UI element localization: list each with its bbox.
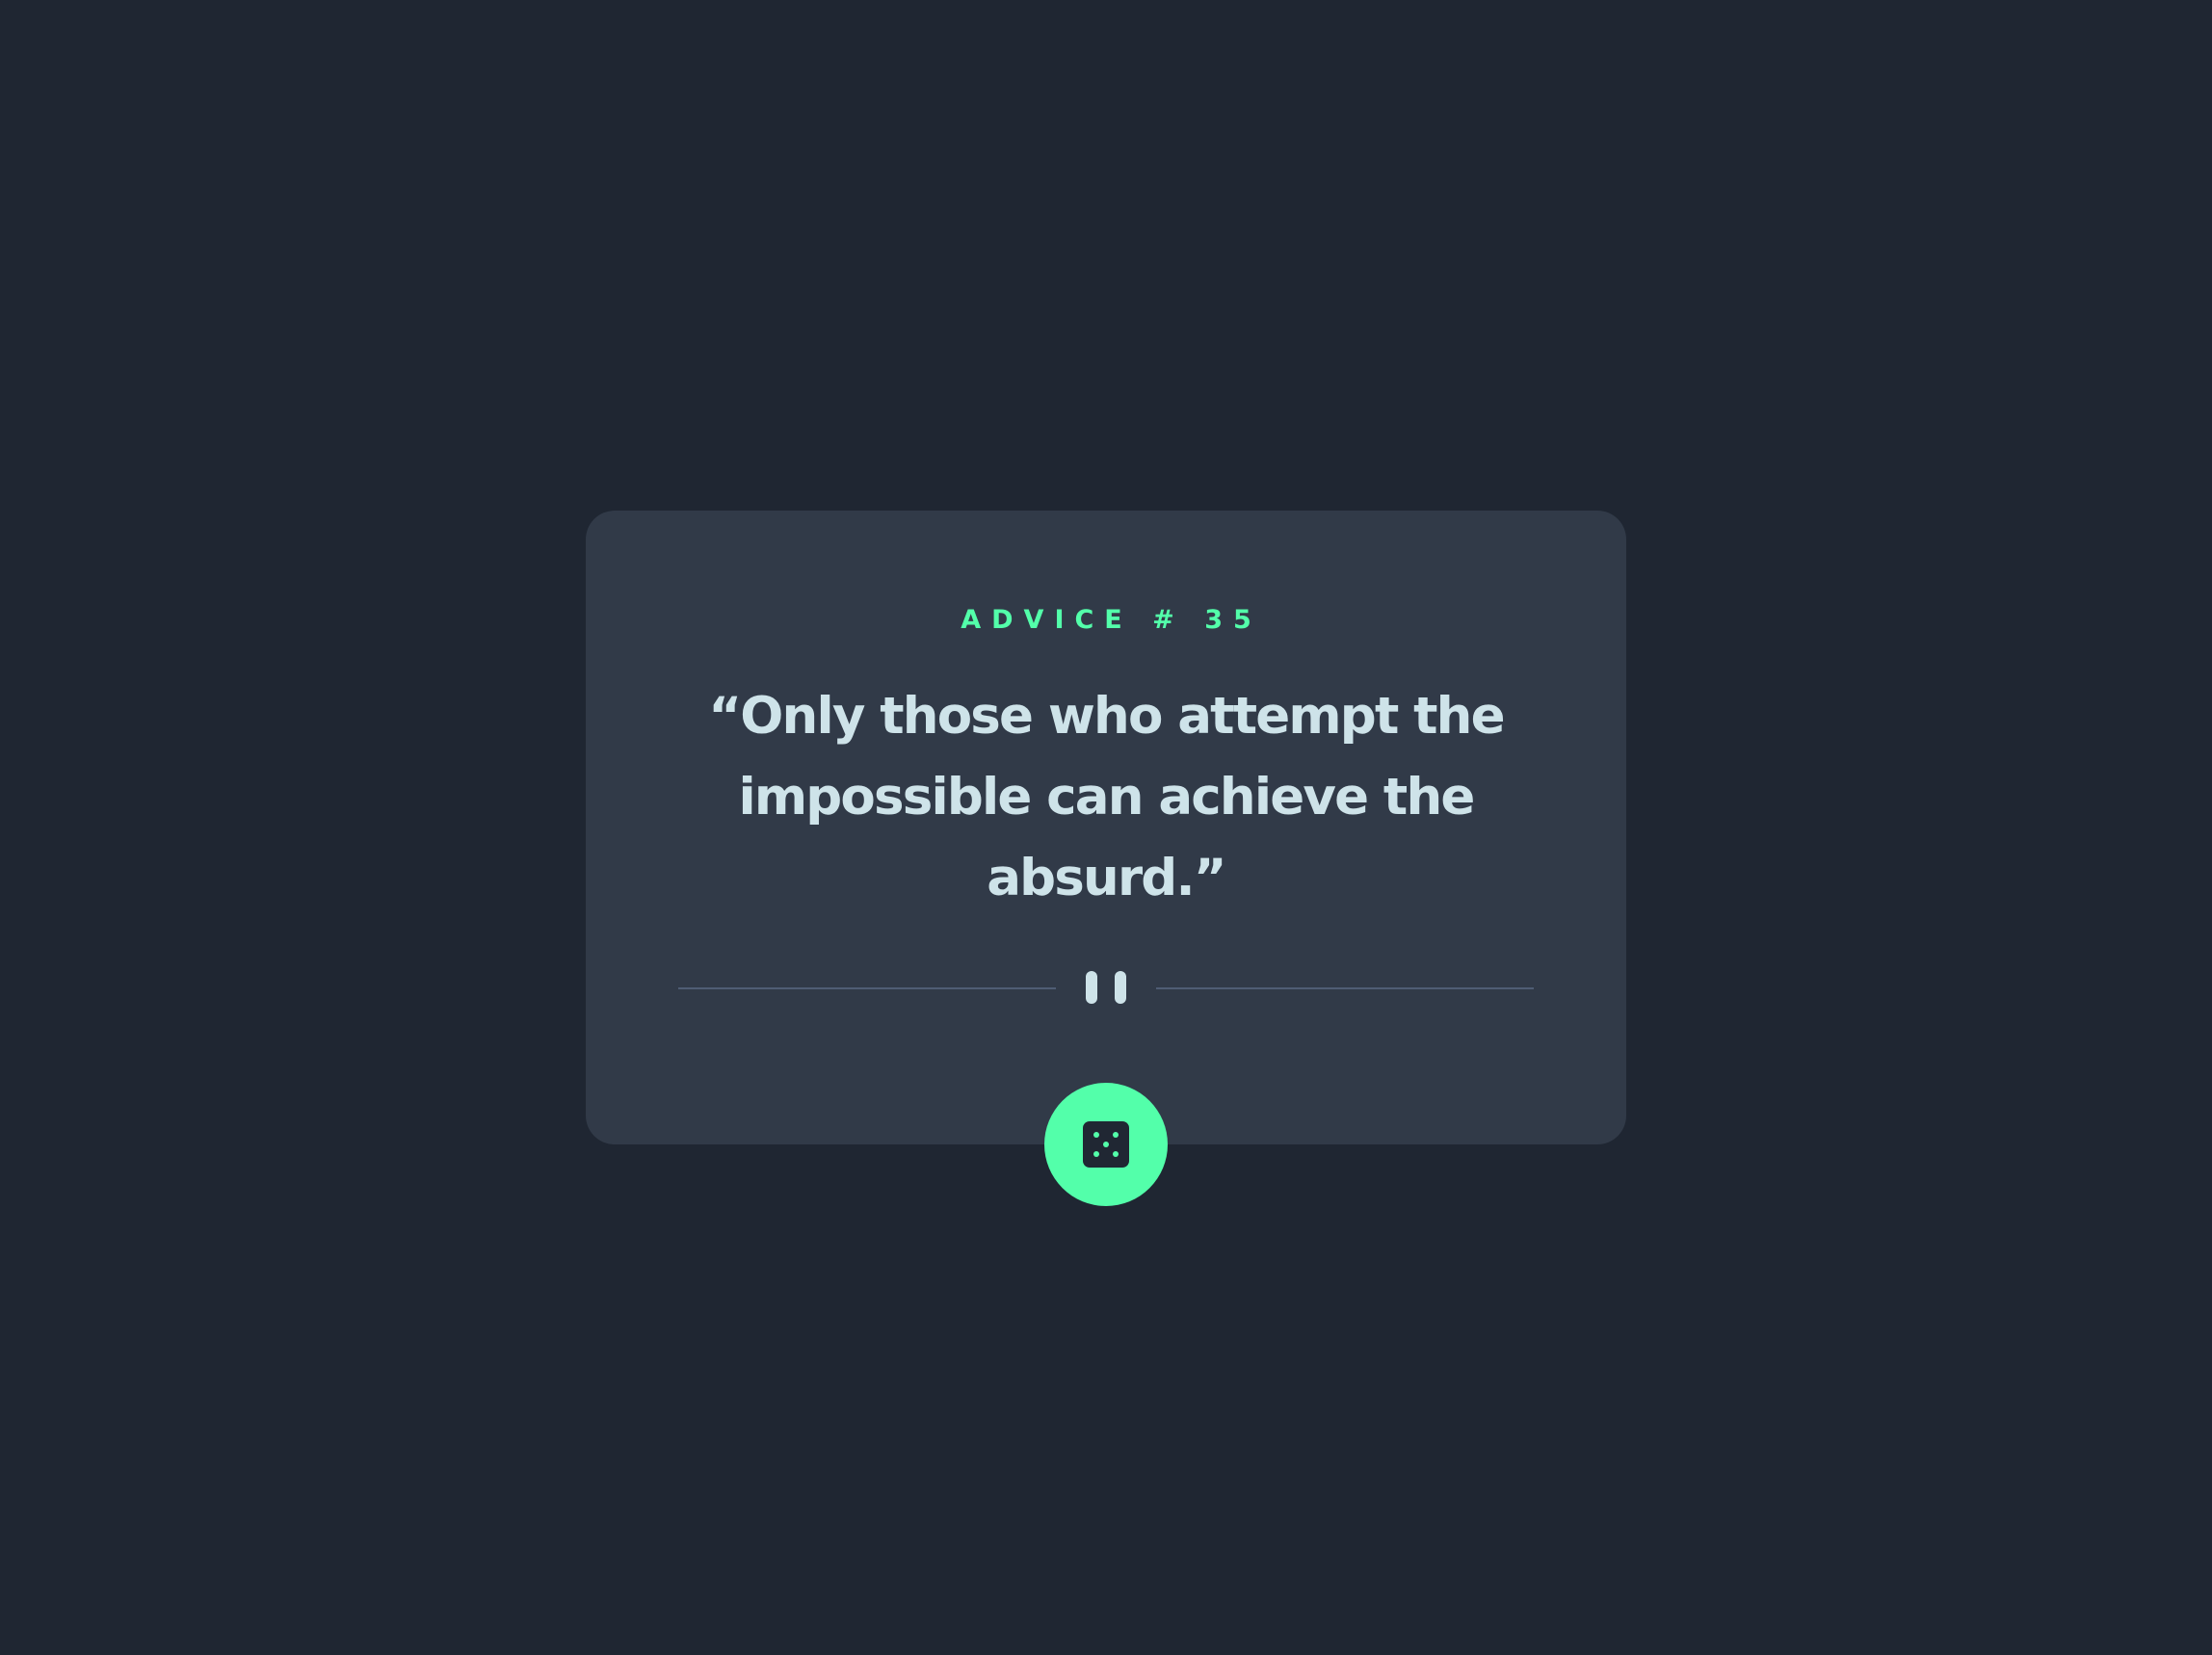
new-advice-button[interactable] (1044, 1083, 1168, 1206)
advice-number: 35 (1204, 605, 1262, 635)
divider-line-right (1156, 987, 1534, 989)
advice-card: ADVICE # 35 “Only those who attempt the … (586, 511, 1626, 1144)
pattern-divider (678, 971, 1534, 1004)
pause-icon (1086, 971, 1126, 1004)
dice-icon (1083, 1121, 1129, 1168)
advice-label-text: ADVICE # (961, 605, 1185, 635)
advice-id-heading: ADVICE # 35 (586, 605, 1626, 636)
divider-line-left (678, 987, 1056, 989)
advice-quote: “Only those who attempt the impossible c… (708, 687, 1505, 907)
